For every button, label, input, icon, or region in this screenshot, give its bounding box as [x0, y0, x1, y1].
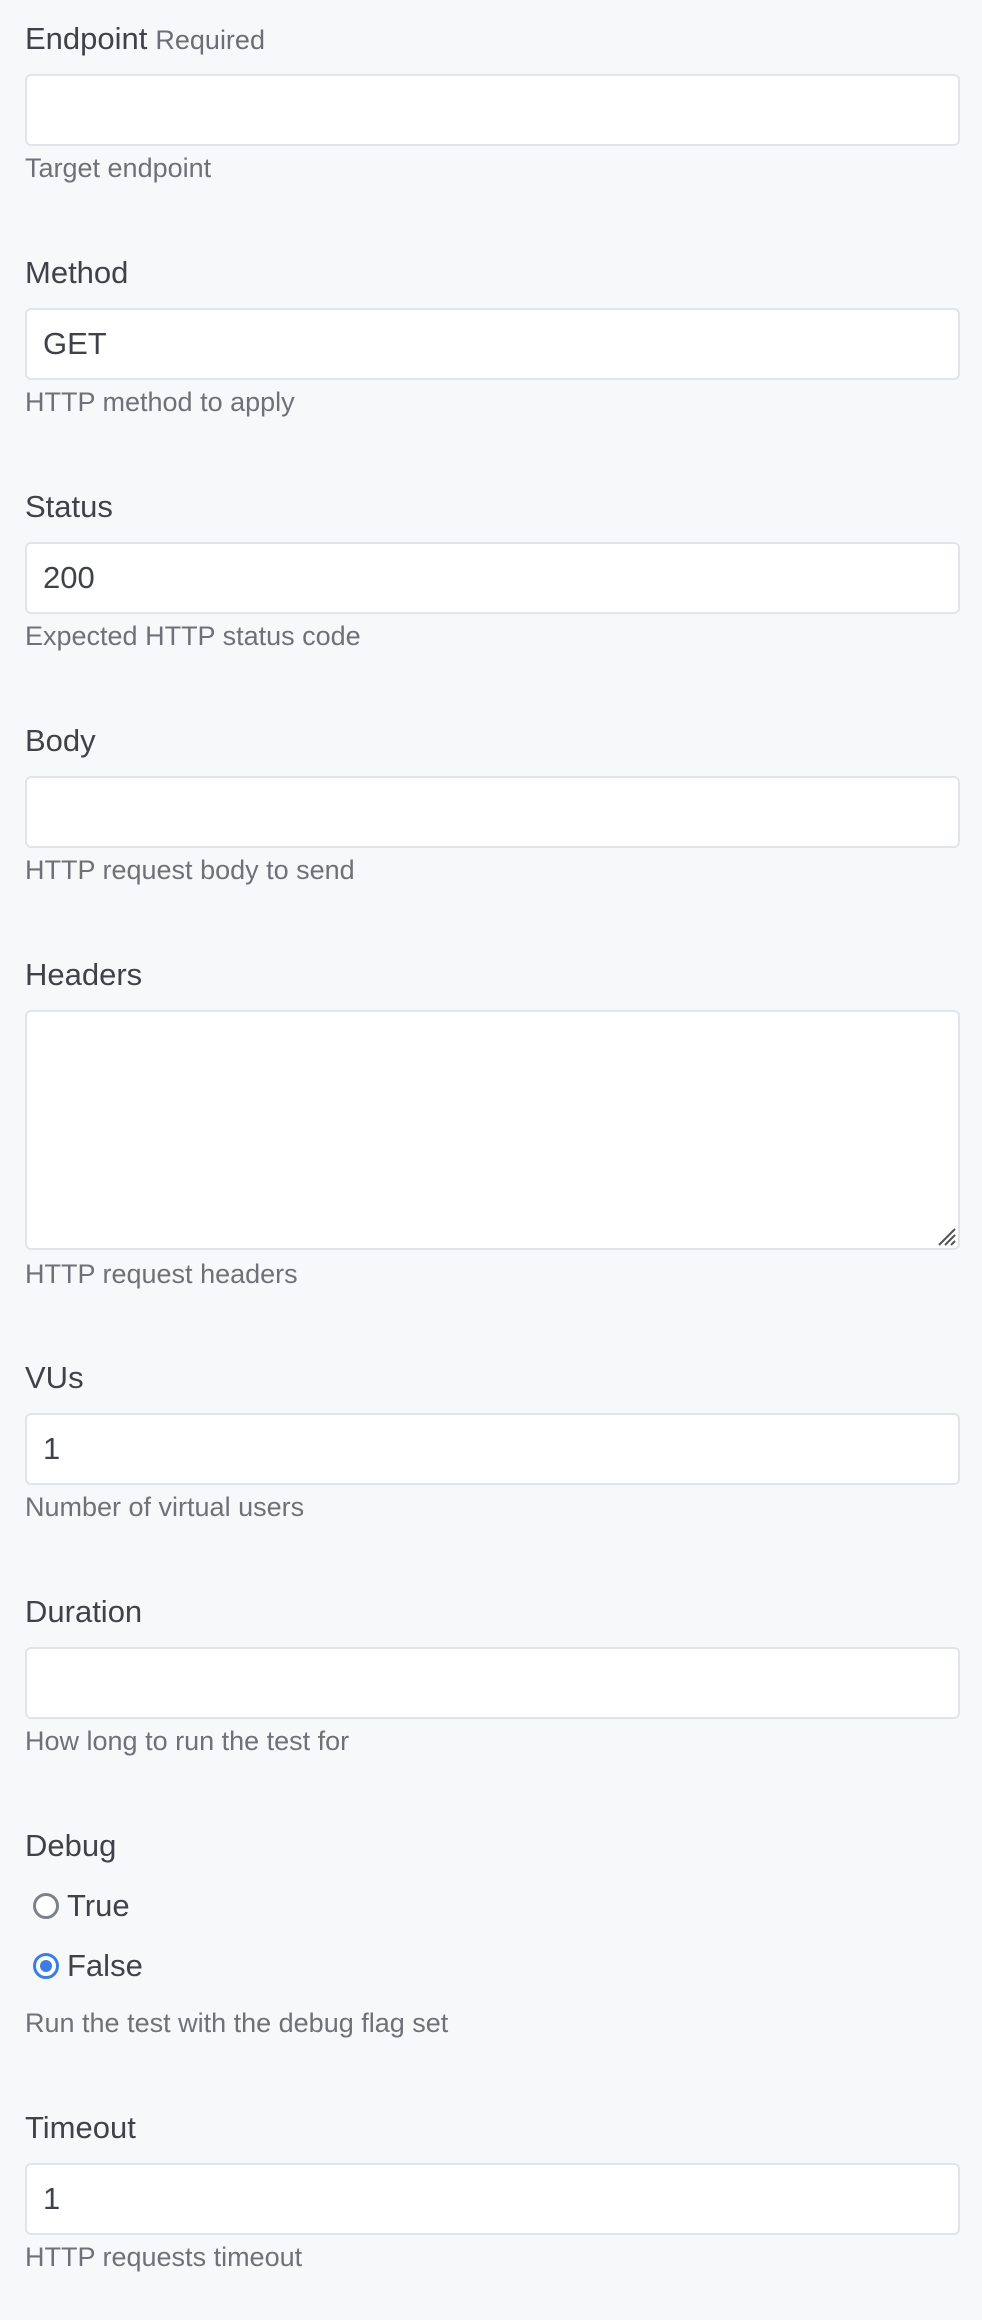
endpoint-input[interactable] — [25, 74, 960, 146]
duration-label: Duration — [25, 1594, 143, 1629]
debug-label: Debug — [25, 1828, 117, 1863]
resize-handle-icon[interactable] — [933, 1223, 957, 1247]
radio-false-label: False — [67, 1948, 143, 1983]
status-label: Status — [25, 489, 113, 524]
radio-true-label: True — [67, 1888, 130, 1923]
vus-help: Number of virtual users — [25, 1492, 305, 1522]
debug-help: Run the test with the debug flag set — [25, 2008, 449, 2038]
debug-option-false[interactable]: False — [25, 1942, 968, 1990]
endpoint-field: Endpoint Required — [25, 19, 960, 59]
vus-input[interactable] — [25, 1413, 960, 1485]
endpoint-label: Endpoint Required — [25, 19, 960, 59]
body-help: HTTP request body to send — [25, 855, 355, 885]
timeout-help: HTTP requests timeout — [25, 2242, 303, 2272]
headers-label: Headers — [25, 957, 143, 992]
status-help: Expected HTTP status code — [25, 621, 361, 651]
duration-help: How long to run the test for — [25, 1726, 350, 1756]
timeout-label: Timeout — [25, 2110, 136, 2145]
body-label: Body — [25, 723, 96, 758]
headers-help: HTTP request headers — [25, 1259, 298, 1289]
status-input[interactable] — [25, 542, 960, 614]
headers-textarea-wrap — [25, 1010, 960, 1250]
required-indicator: Required — [155, 25, 265, 55]
method-label: Method — [25, 255, 129, 290]
duration-input[interactable] — [25, 1647, 960, 1719]
radio-true[interactable] — [33, 1893, 59, 1919]
vus-label: VUs — [25, 1360, 84, 1395]
body-input[interactable] — [25, 776, 960, 848]
endpoint-label-text: Endpoint — [25, 21, 148, 56]
radio-false[interactable] — [33, 1953, 59, 1979]
endpoint-help: Target endpoint — [25, 153, 212, 183]
debug-option-true[interactable]: True — [25, 1882, 968, 1930]
headers-textarea[interactable] — [25, 1010, 960, 1250]
timeout-input[interactable] — [25, 2163, 960, 2235]
method-input[interactable] — [25, 308, 960, 380]
method-help: HTTP method to apply — [25, 387, 295, 417]
